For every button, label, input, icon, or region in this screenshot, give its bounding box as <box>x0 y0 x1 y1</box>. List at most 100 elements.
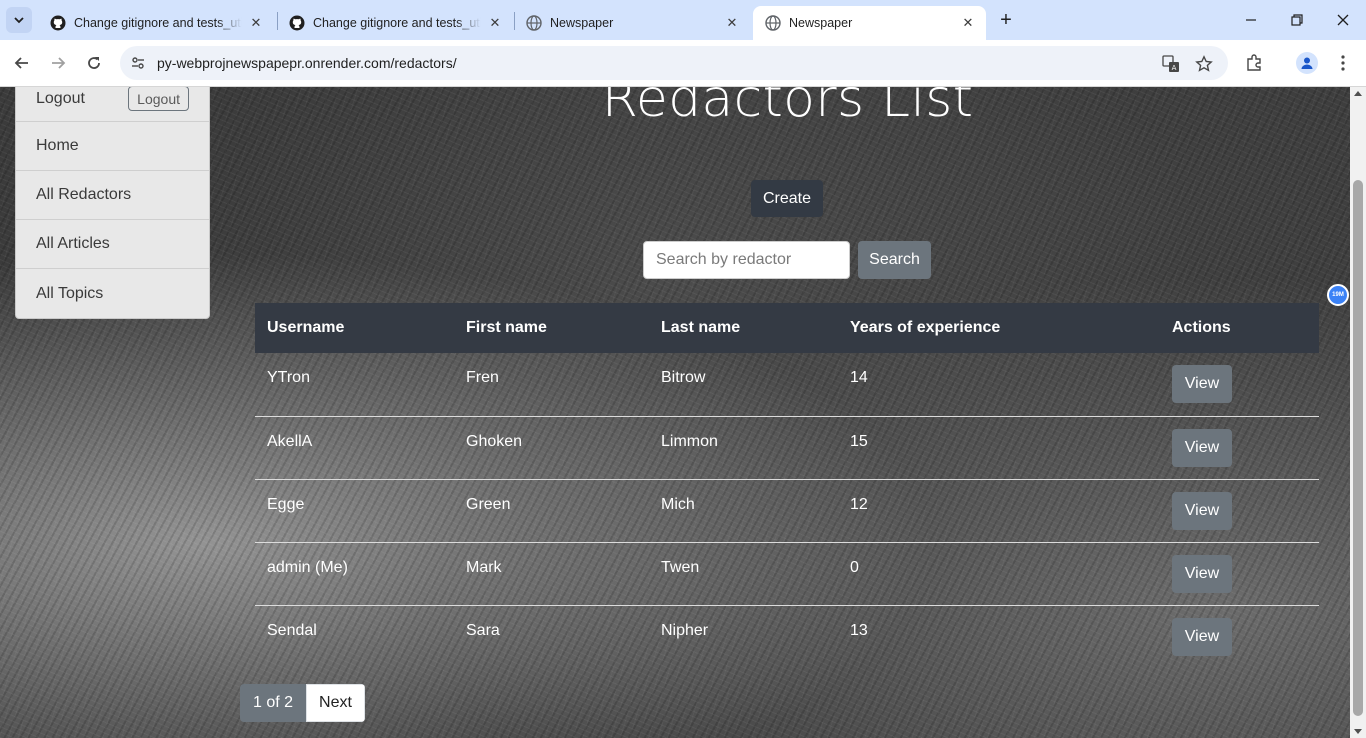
extensions-icon[interactable] <box>1241 50 1267 76</box>
table-row: admin (Me) Mark Twen 0 View <box>255 542 1319 606</box>
translate-icon[interactable]: A <box>1160 53 1182 75</box>
cell-username: admin (Me) <box>255 542 454 606</box>
search-input[interactable] <box>643 241 850 279</box>
browser-tab-3[interactable]: Newspaper ✕ <box>514 6 750 40</box>
sidebar-item-all-redactors[interactable]: All Redactors <box>16 171 209 220</box>
tab-search-button[interactable] <box>6 7 32 33</box>
column-header-last-name: Last name <box>649 303 838 353</box>
view-button[interactable]: View <box>1172 491 1232 530</box>
sidebar-item-home[interactable]: Home <box>16 122 209 171</box>
tab-title: Newspaper <box>550 16 614 30</box>
new-tab-button[interactable]: + <box>994 8 1018 32</box>
address-bar[interactable]: py-webprojnewspapepr.onrender.com/redact… <box>120 46 1228 80</box>
tab-title: Change gitignore and tests_util <box>74 16 242 30</box>
column-header-first-name: First name <box>454 303 649 353</box>
browser-menu-button[interactable] <box>1330 50 1356 76</box>
logout-label: Logout <box>36 89 85 107</box>
cell-last-name: Twen <box>649 542 838 606</box>
svg-text:A: A <box>1172 64 1177 72</box>
minimize-icon <box>1246 19 1256 21</box>
cell-actions: View <box>1160 353 1319 417</box>
cell-years: 15 <box>838 416 1160 480</box>
reload-icon <box>88 57 100 69</box>
restore-icon <box>1291 14 1303 26</box>
restore-button[interactable] <box>1274 0 1320 40</box>
bookmark-star-icon[interactable] <box>1193 53 1215 75</box>
sidebar-item-label: Home <box>36 137 79 154</box>
extension-badge[interactable]: 19M <box>1327 284 1349 306</box>
cell-actions: View <box>1160 605 1319 668</box>
cell-first-name: Fren <box>454 353 649 417</box>
site-settings-icon[interactable] <box>128 53 148 73</box>
cell-actions: View <box>1160 479 1319 543</box>
cell-last-name: Limmon <box>649 416 838 480</box>
close-icon[interactable]: ✕ <box>960 15 976 31</box>
close-icon[interactable]: ✕ <box>487 15 503 31</box>
view-button[interactable]: View <box>1172 428 1232 467</box>
cell-last-name: Bitrow <box>649 353 838 417</box>
column-header-username: Username <box>255 303 454 353</box>
arrow-right-icon <box>52 57 66 69</box>
page-title: Redactors List <box>601 87 974 129</box>
scroll-down-arrow-icon[interactable] <box>1354 729 1362 734</box>
cell-years: 13 <box>850 621 868 639</box>
table-row: Egge Green Mich 12 View <box>255 479 1319 543</box>
cell-username: Sendal <box>267 621 317 639</box>
browser-tab-4-active[interactable]: Newspaper ✕ <box>753 6 986 40</box>
profile-button[interactable] <box>1294 50 1320 76</box>
table-header-row: Username First name Last name Years of e… <box>255 303 1319 353</box>
close-icon[interactable]: ✕ <box>724 15 740 31</box>
person-icon <box>1301 57 1313 69</box>
view-button[interactable]: View <box>1172 617 1232 656</box>
cell-first-name: Sara <box>466 621 500 639</box>
browser-tab-2[interactable]: Change gitignore and tests_util ✕ <box>277 6 513 40</box>
chevron-down-icon <box>14 17 24 24</box>
search-button[interactable]: Search <box>858 241 931 279</box>
cell-years: 12 <box>838 479 1160 543</box>
reload-button[interactable] <box>79 48 109 78</box>
view-button[interactable]: View <box>1172 554 1232 593</box>
view-button[interactable]: View <box>1172 365 1232 403</box>
page-viewport: Logout Logout Home All Redactors All Art… <box>0 87 1350 738</box>
cell-first-name: Ghoken <box>454 416 649 480</box>
cell-years: 0 <box>838 542 1160 606</box>
github-icon <box>289 15 305 31</box>
close-icon <box>1337 14 1349 26</box>
url-text: py-webprojnewspapepr.onrender.com/redact… <box>157 55 457 71</box>
cell-first-name: Green <box>454 479 649 543</box>
avatar <box>1296 52 1318 74</box>
cell-last-name: Mich <box>649 479 838 543</box>
github-icon <box>50 15 66 31</box>
column-header-actions: Actions <box>1160 303 1319 353</box>
close-window-button[interactable] <box>1320 0 1366 40</box>
page-scrollbar[interactable] <box>1350 87 1366 738</box>
logout-button[interactable]: Logout <box>128 87 189 111</box>
sidebar-item-all-topics[interactable]: All Topics <box>16 269 209 318</box>
scroll-thumb[interactable] <box>1353 180 1363 716</box>
create-button[interactable]: Create <box>751 180 823 217</box>
sidebar: Logout Logout Home All Redactors All Art… <box>15 87 210 319</box>
browser-tab-1[interactable]: Change gitignore and tests_util ✕ <box>38 6 274 40</box>
cell-actions: View <box>1160 542 1319 606</box>
sidebar-item-all-articles[interactable]: All Articles <box>16 220 209 269</box>
tab-title: Newspaper <box>789 16 853 30</box>
pagination: 1 of 2 Next <box>240 684 365 722</box>
cell-username: Egge <box>255 479 454 543</box>
next-page-link[interactable]: Next <box>306 684 365 722</box>
close-icon[interactable]: ✕ <box>248 15 264 31</box>
minimize-button[interactable] <box>1228 0 1274 40</box>
cell-last-name: Nipher <box>661 621 709 639</box>
globe-icon <box>765 15 781 31</box>
tab-strip: Change gitignore and tests_util ✕ Change… <box>0 0 1366 40</box>
sidebar-logout-row: Logout Logout <box>16 87 209 122</box>
cell-years: 14 <box>838 353 1160 417</box>
table-row: Sendal Sara Nipher 13 View <box>255 605 1319 668</box>
scroll-up-arrow-icon[interactable] <box>1354 91 1362 96</box>
sidebar-item-label: All Redactors <box>36 186 132 203</box>
browser-toolbar: py-webprojnewspapepr.onrender.com/redact… <box>0 40 1366 87</box>
back-button[interactable] <box>7 48 37 78</box>
sidebar-item-label: All Topics <box>36 284 104 302</box>
forward-button[interactable] <box>43 48 73 78</box>
table-row: YTron Fren Bitrow 14 View <box>255 353 1319 417</box>
column-header-years: Years of experience <box>838 303 1160 353</box>
